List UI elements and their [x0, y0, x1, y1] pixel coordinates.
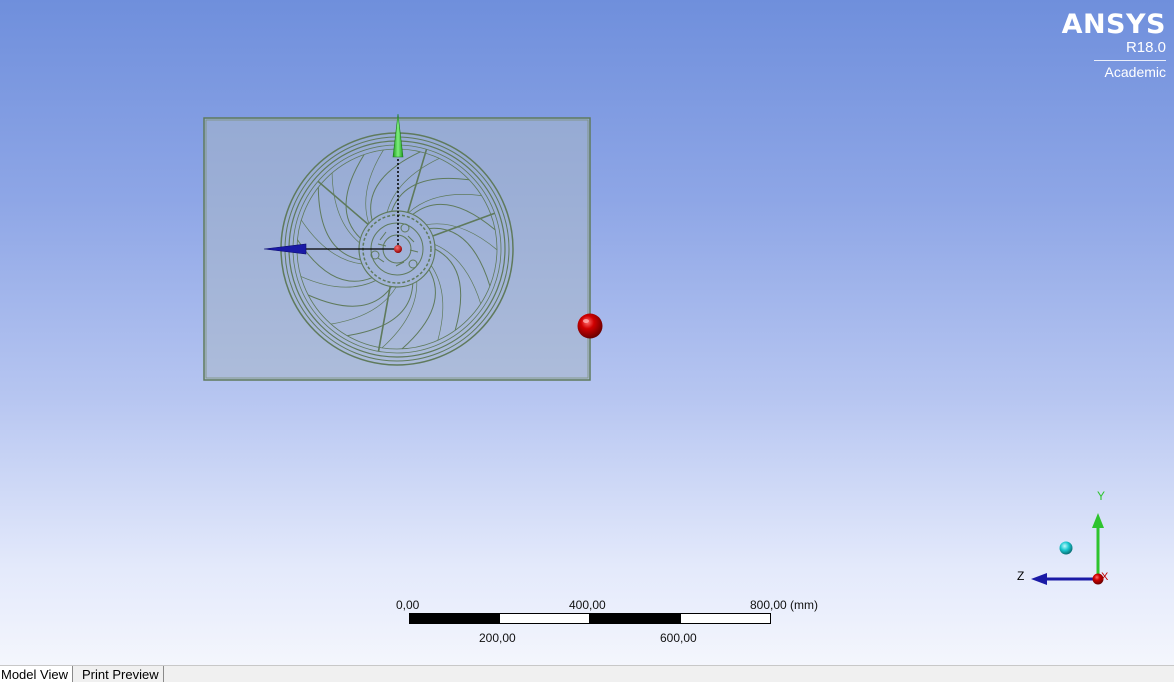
point-marker-icon[interactable]	[577, 313, 603, 339]
triad-z-arrow-icon	[1031, 573, 1047, 585]
graphics-viewport[interactable]: ANSYS R18.0 Academic Y Z X 0,00 400,00 8…	[0, 0, 1174, 665]
isometric-view-icon[interactable]	[1059, 541, 1073, 555]
tab-model-view[interactable]: Model View	[0, 666, 73, 682]
triad-y-label: Y	[1097, 489, 1105, 503]
model-geometry[interactable]: Y Z X	[0, 0, 1174, 665]
triad-x-label: X	[1101, 571, 1109, 583]
tab-print-preview[interactable]: Print Preview	[78, 666, 164, 682]
axis-triad[interactable]: Y Z X	[1017, 489, 1109, 585]
point-marker-highlight	[583, 319, 589, 323]
triad-y-arrow-icon	[1092, 513, 1104, 528]
view-tab-bar: Model View Print Preview	[0, 665, 1174, 682]
triad-z-label: Z	[1017, 569, 1024, 583]
origin-point-icon	[394, 245, 402, 253]
